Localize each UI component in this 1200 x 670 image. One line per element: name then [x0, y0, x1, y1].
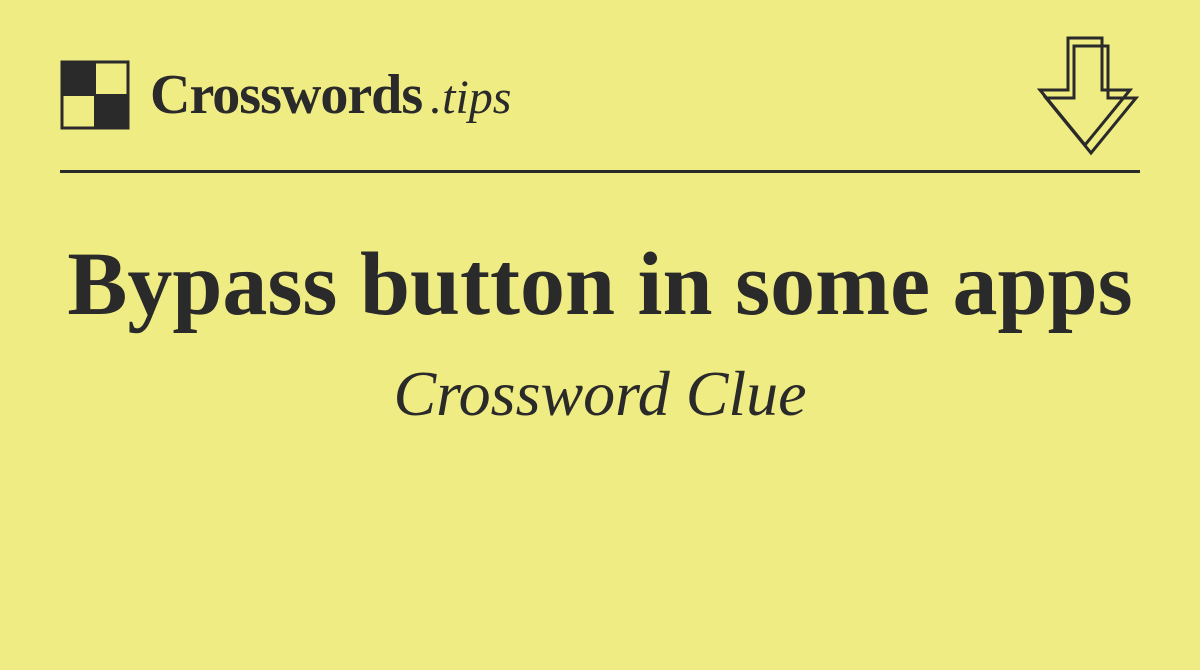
logo-extension-text: .tips: [430, 70, 511, 125]
header: Crosswords .tips: [0, 0, 1200, 160]
logo-section: Crosswords .tips: [60, 60, 511, 130]
crossword-logo-icon: [60, 60, 130, 130]
subtitle: Crossword Clue: [40, 357, 1160, 431]
clue-title: Bypass button in some apps: [40, 233, 1160, 337]
logo-main-text: Crosswords: [150, 63, 422, 127]
down-arrow-icon: [1030, 30, 1140, 160]
main-content: Bypass button in some apps Crossword Clu…: [0, 173, 1200, 431]
logo-text: Crosswords .tips: [150, 63, 511, 127]
